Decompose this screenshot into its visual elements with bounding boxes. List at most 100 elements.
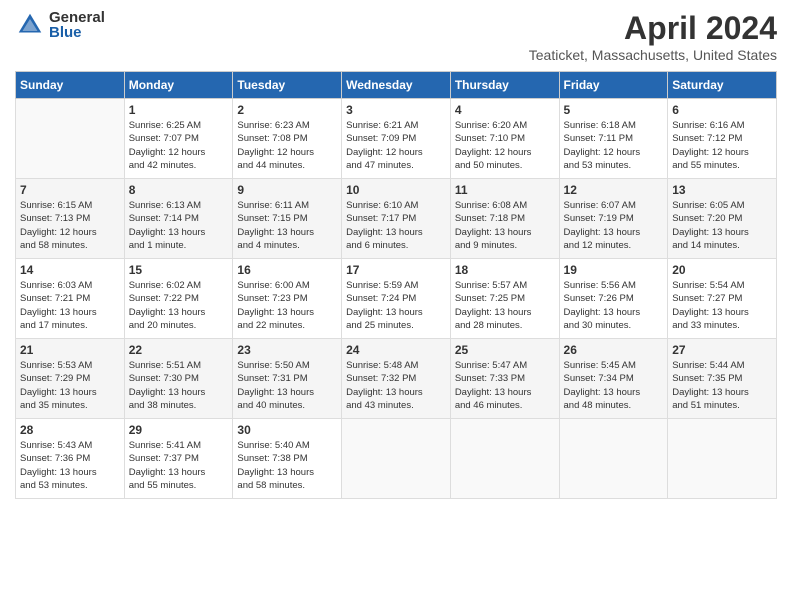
calendar-cell	[342, 419, 451, 499]
calendar-cell: 1Sunrise: 6:25 AM Sunset: 7:07 PM Daylig…	[124, 99, 233, 179]
weekday-header-monday: Monday	[124, 72, 233, 99]
day-info: Sunrise: 5:51 AM Sunset: 7:30 PM Dayligh…	[129, 359, 229, 412]
calendar-cell: 13Sunrise: 6:05 AM Sunset: 7:20 PM Dayli…	[668, 179, 777, 259]
day-number: 5	[564, 103, 664, 117]
calendar-cell: 4Sunrise: 6:20 AM Sunset: 7:10 PM Daylig…	[450, 99, 559, 179]
day-number: 30	[237, 423, 337, 437]
calendar-cell	[16, 99, 125, 179]
logo-icon	[15, 10, 45, 40]
calendar-cell: 14 Sunrise: 6:03 AM Sunset: 7:21 PM Dayli…	[16, 259, 125, 339]
weekday-header-row: SundayMondayTuesdayWednesdayThursdayFrid…	[16, 72, 777, 99]
logo-general-text: General	[49, 10, 105, 25]
day-info: Sunrise: 6:20 AM Sunset: 7:10 PM Dayligh…	[455, 119, 555, 172]
calendar-week-row: 7Sunrise: 6:15 AM Sunset: 7:13 PM Daylig…	[16, 179, 777, 259]
day-number: 25	[455, 343, 555, 357]
day-info: Sunrise: 5:48 AM Sunset: 7:32 PM Dayligh…	[346, 359, 446, 412]
day-number: 28	[20, 423, 120, 437]
calendar-week-row: 1Sunrise: 6:25 AM Sunset: 7:07 PM Daylig…	[16, 99, 777, 179]
logo-blue-text: Blue	[49, 25, 105, 40]
day-info: Sunrise: 6:08 AM Sunset: 7:18 PM Dayligh…	[455, 199, 555, 252]
calendar-cell: 8Sunrise: 6:13 AM Sunset: 7:14 PM Daylig…	[124, 179, 233, 259]
day-info: Sunrise: 5:45 AM Sunset: 7:34 PM Dayligh…	[564, 359, 664, 412]
calendar-cell: 9 Sunrise: 6:11 AM Sunset: 7:15 PM Daylig…	[233, 179, 342, 259]
calendar-cell: 6 Sunrise: 6:16 AM Sunset: 7:12 PM Daylig…	[668, 99, 777, 179]
calendar-cell: 17 Sunrise: 5:59 AM Sunset: 7:24 PM Dayli…	[342, 259, 451, 339]
weekday-header-sunday: Sunday	[16, 72, 125, 99]
location-subtitle: Teaticket, Massachusetts, United States	[529, 47, 777, 63]
day-number: 24	[346, 343, 446, 357]
day-info: Sunrise: 6:21 AM Sunset: 7:09 PM Dayligh…	[346, 119, 446, 172]
day-number: 27	[672, 343, 772, 357]
calendar-week-row: 21 Sunrise: 5:53 AM Sunset: 7:29 PM Dayli…	[16, 339, 777, 419]
weekday-header-wednesday: Wednesday	[342, 72, 451, 99]
calendar-cell: 16Sunrise: 6:00 AM Sunset: 7:23 PM Dayli…	[233, 259, 342, 339]
calendar-cell: 23 Sunrise: 5:50 AM Sunset: 7:31 PM Dayli…	[233, 339, 342, 419]
day-number: 10	[346, 183, 446, 197]
calendar-cell	[668, 419, 777, 499]
day-number: 17	[346, 263, 446, 277]
day-info: Sunrise: 6:10 AM Sunset: 7:17 PM Dayligh…	[346, 199, 446, 252]
calendar-cell: 30 Sunrise: 5:40 AM Sunset: 7:38 PM Dayli…	[233, 419, 342, 499]
calendar-cell: 26 Sunrise: 5:45 AM Sunset: 7:34 PM Dayli…	[559, 339, 668, 419]
calendar-cell: 10 Sunrise: 6:10 AM Sunset: 7:17 PM Dayli…	[342, 179, 451, 259]
weekday-header-friday: Friday	[559, 72, 668, 99]
month-title: April 2024	[529, 10, 777, 47]
day-number: 2	[237, 103, 337, 117]
day-number: 26	[564, 343, 664, 357]
calendar-table: SundayMondayTuesdayWednesdayThursdayFrid…	[15, 71, 777, 499]
calendar-cell: 15 Sunrise: 6:02 AM Sunset: 7:22 PM Dayli…	[124, 259, 233, 339]
calendar-cell	[559, 419, 668, 499]
weekday-header-thursday: Thursday	[450, 72, 559, 99]
day-info: Sunrise: 6:13 AM Sunset: 7:14 PM Dayligh…	[129, 199, 229, 252]
day-number: 20	[672, 263, 772, 277]
day-info: Sunrise: 5:54 AM Sunset: 7:27 PM Dayligh…	[672, 279, 772, 332]
day-info: Sunrise: 5:43 AM Sunset: 7:36 PM Dayligh…	[20, 439, 120, 492]
day-info: Sunrise: 5:44 AM Sunset: 7:35 PM Dayligh…	[672, 359, 772, 412]
day-info: Sunrise: 5:41 AM Sunset: 7:37 PM Dayligh…	[129, 439, 229, 492]
day-info: Sunrise: 6:16 AM Sunset: 7:12 PM Dayligh…	[672, 119, 772, 172]
calendar-cell: 25 Sunrise: 5:47 AM Sunset: 7:33 PM Dayli…	[450, 339, 559, 419]
day-number: 15	[129, 263, 229, 277]
day-info: Sunrise: 6:03 AM Sunset: 7:21 PM Dayligh…	[20, 279, 120, 332]
day-number: 7	[20, 183, 120, 197]
calendar-cell: 24 Sunrise: 5:48 AM Sunset: 7:32 PM Dayli…	[342, 339, 451, 419]
calendar-cell: 21 Sunrise: 5:53 AM Sunset: 7:29 PM Dayli…	[16, 339, 125, 419]
calendar-cell: 12 Sunrise: 6:07 AM Sunset: 7:19 PM Dayli…	[559, 179, 668, 259]
day-number: 22	[129, 343, 229, 357]
day-number: 14	[20, 263, 120, 277]
day-number: 6	[672, 103, 772, 117]
calendar-cell: 29 Sunrise: 5:41 AM Sunset: 7:37 PM Dayli…	[124, 419, 233, 499]
day-info: Sunrise: 5:40 AM Sunset: 7:38 PM Dayligh…	[237, 439, 337, 492]
calendar-cell: 28 Sunrise: 5:43 AM Sunset: 7:36 PM Dayli…	[16, 419, 125, 499]
day-info: Sunrise: 5:56 AM Sunset: 7:26 PM Dayligh…	[564, 279, 664, 332]
day-number: 23	[237, 343, 337, 357]
day-number: 12	[564, 183, 664, 197]
day-info: Sunrise: 6:07 AM Sunset: 7:19 PM Dayligh…	[564, 199, 664, 252]
day-info: Sunrise: 5:47 AM Sunset: 7:33 PM Dayligh…	[455, 359, 555, 412]
day-info: Sunrise: 5:57 AM Sunset: 7:25 PM Dayligh…	[455, 279, 555, 332]
day-info: Sunrise: 6:18 AM Sunset: 7:11 PM Dayligh…	[564, 119, 664, 172]
day-number: 13	[672, 183, 772, 197]
day-info: Sunrise: 6:02 AM Sunset: 7:22 PM Dayligh…	[129, 279, 229, 332]
logo-text: General Blue	[49, 10, 105, 40]
logo: General Blue	[15, 10, 105, 40]
calendar-cell: 5 Sunrise: 6:18 AM Sunset: 7:11 PM Daylig…	[559, 99, 668, 179]
calendar-cell: 27 Sunrise: 5:44 AM Sunset: 7:35 PM Dayli…	[668, 339, 777, 419]
calendar-cell: 18Sunrise: 5:57 AM Sunset: 7:25 PM Dayli…	[450, 259, 559, 339]
day-info: Sunrise: 5:50 AM Sunset: 7:31 PM Dayligh…	[237, 359, 337, 412]
calendar-cell: 7Sunrise: 6:15 AM Sunset: 7:13 PM Daylig…	[16, 179, 125, 259]
calendar-cell: 2Sunrise: 6:23 AM Sunset: 7:08 PM Daylig…	[233, 99, 342, 179]
day-number: 11	[455, 183, 555, 197]
day-number: 3	[346, 103, 446, 117]
day-number: 1	[129, 103, 229, 117]
day-info: Sunrise: 6:11 AM Sunset: 7:15 PM Dayligh…	[237, 199, 337, 252]
day-info: Sunrise: 5:59 AM Sunset: 7:24 PM Dayligh…	[346, 279, 446, 332]
day-number: 16	[237, 263, 337, 277]
day-number: 9	[237, 183, 337, 197]
day-number: 29	[129, 423, 229, 437]
day-info: Sunrise: 5:53 AM Sunset: 7:29 PM Dayligh…	[20, 359, 120, 412]
day-number: 21	[20, 343, 120, 357]
weekday-header-tuesday: Tuesday	[233, 72, 342, 99]
calendar-cell: 19Sunrise: 5:56 AM Sunset: 7:26 PM Dayli…	[559, 259, 668, 339]
weekday-header-saturday: Saturday	[668, 72, 777, 99]
